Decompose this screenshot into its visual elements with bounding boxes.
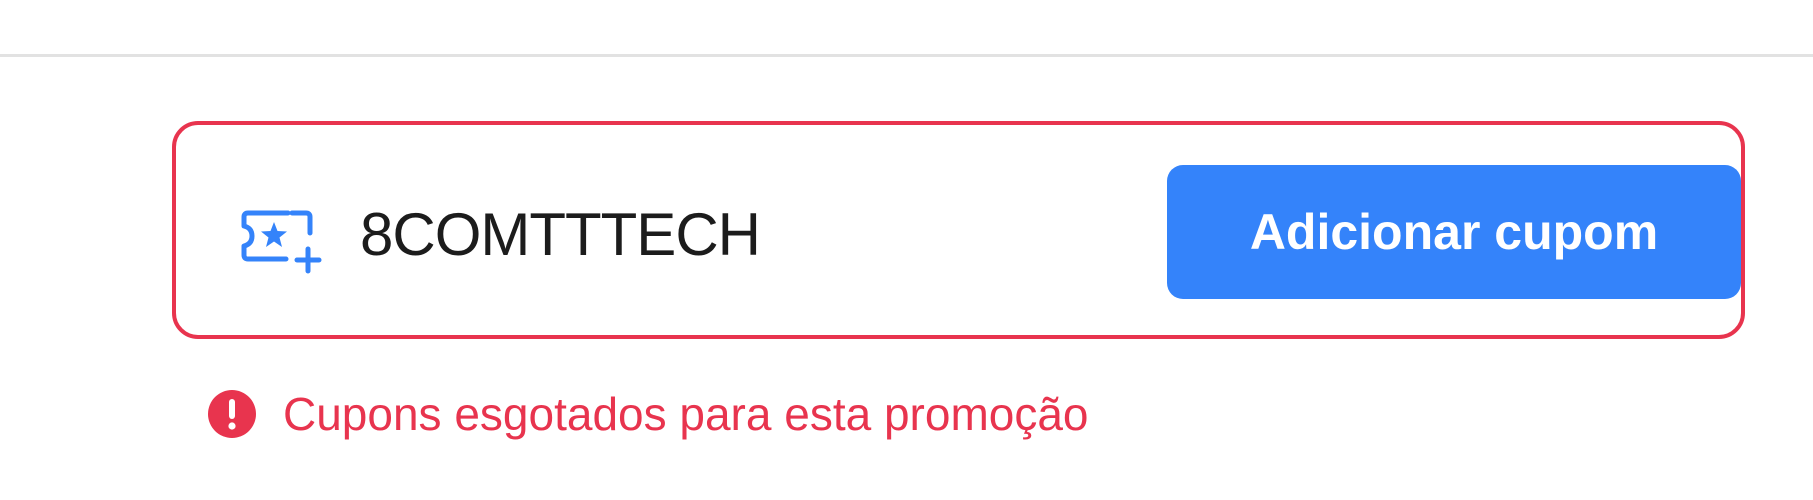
error-text: Cupons esgotados para esta promoção [283,388,1089,440]
coupon-star-plus-icon [238,205,324,275]
coupon-error-message: Cupons esgotados para esta promoção [207,386,1089,442]
add-coupon-button[interactable]: Adicionar cupom [1167,165,1741,299]
coupon-field-container: Adicionar cupom [172,121,1745,339]
exclamation-circle-icon [207,389,257,439]
coupon-page: Adicionar cupom Cupons esgotados para es… [0,0,1813,500]
coupon-code-input[interactable] [360,195,1140,273]
top-divider [0,54,1813,57]
